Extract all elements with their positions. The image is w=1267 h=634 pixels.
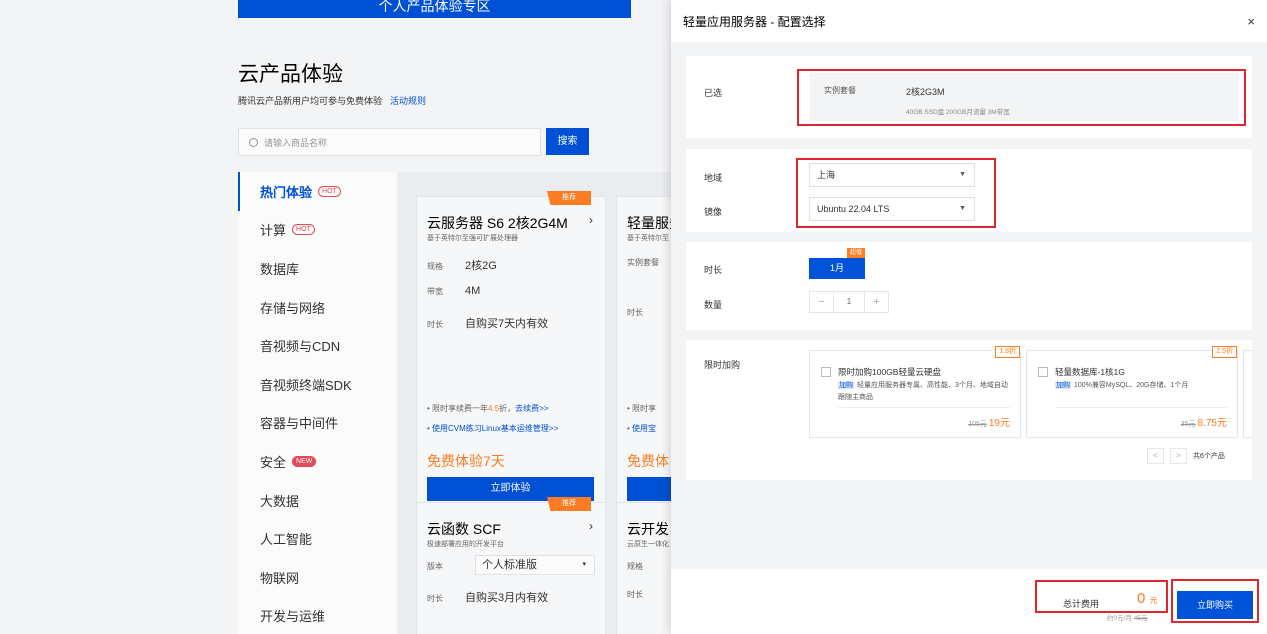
- next-page-button[interactable]: >: [1170, 448, 1187, 464]
- addon-label: 限时加购: [704, 360, 741, 370]
- quantity-label: 数量: [704, 300, 723, 310]
- image-select[interactable]: Ubuntu 22.04 LTS ▼: [809, 197, 975, 221]
- divider: [1055, 407, 1227, 408]
- discount-badge: 1.8折: [995, 346, 1020, 358]
- addon-title: 轻量数据库-1核1G: [1055, 367, 1125, 377]
- region-label: 地域: [704, 173, 723, 183]
- region-image-panel: 地域 上海 ▼ 镜像 Ubuntu 22.04 LTS ▼: [686, 149, 1252, 232]
- value-badge: 超值: [846, 248, 865, 258]
- quantity-stepper: − 1 +: [809, 291, 889, 313]
- drawer-title: 轻量应用服务器 - 配置选择: [683, 14, 826, 29]
- addon-price: 105元 19元: [968, 418, 1010, 429]
- caret-down-icon: ▼: [959, 171, 966, 178]
- image-label: 镜像: [704, 207, 723, 217]
- addon-title: 限时加购100GB轻量云硬盘: [838, 367, 941, 377]
- minus-button[interactable]: −: [810, 292, 833, 312]
- background-page: 个人产品体验专区 云产品体验 腾讯云产品新用户均可参与免费体验 活动规则 请输入商…: [0, 0, 696, 634]
- caret-down-icon: ▼: [959, 205, 966, 212]
- selected-label: 已选: [704, 88, 723, 98]
- package-key: 实例套餐: [824, 86, 856, 95]
- addon-panel: 限时加购 1.8折 限时加购100GB轻量云硬盘 加购 轻量应用服务器专属、高性能…: [686, 340, 1252, 480]
- plus-button[interactable]: +: [865, 292, 888, 312]
- addon-desc: 加购 100%兼容MySQL、20G存储、1个月: [1055, 382, 1189, 389]
- buy-now-button[interactable]: 立即购买: [1177, 591, 1253, 619]
- drawer-header: 轻量应用服务器 - 配置选择 ×: [671, 0, 1267, 42]
- duration-quantity-panel: 时长 1月 超值 数量 − 1 +: [686, 242, 1252, 330]
- modal-overlay[interactable]: [0, 0, 671, 634]
- addon-card[interactable]: 1.8折 限时加购100GB轻量云硬盘 加购 轻量应用服务器专属、高性能、3个月、…: [809, 346, 1021, 438]
- config-drawer: 轻量应用服务器 - 配置选择 × 已选 实例套餐 2核2G3M 40GB SSD…: [671, 0, 1267, 634]
- monthly-price: 约0元/月 45元: [1107, 615, 1148, 622]
- addon-card[interactable]: 2.5折 轻量数据库-1核1G 加购 100%兼容MySQL、20G存储、1个月 …: [1026, 346, 1238, 438]
- prev-page-button[interactable]: <: [1147, 448, 1164, 464]
- package-value: 2核2G3M: [906, 87, 945, 97]
- total-label: 总计费用: [1063, 599, 1100, 609]
- duration-label: 时长: [704, 265, 723, 275]
- selected-panel: 已选 实例套餐 2核2G3M 40GB SSD盘 200GB月流量 3M带宽: [686, 56, 1252, 138]
- selected-summary: 实例套餐 2核2G3M 40GB SSD盘 200GB月流量 3M带宽: [810, 73, 1239, 121]
- product-count: 共6个产品: [1193, 453, 1225, 460]
- addon-card[interactable]: [1243, 350, 1252, 438]
- total-value: 0 元: [1137, 590, 1158, 607]
- divider: [838, 407, 1010, 408]
- close-icon[interactable]: ×: [1247, 14, 1255, 29]
- drawer-footer: 总计费用 0 元 约0元/月 45元 立即购买: [671, 569, 1267, 634]
- addon-pager: < > 共6个产品: [1147, 448, 1225, 464]
- region-select[interactable]: 上海 ▼: [809, 163, 975, 187]
- addon-desc: 加购 轻量应用服务器专属、高性能、3个月、地域自动跟随主商品: [838, 382, 1008, 401]
- addon-price: 35元 8.75元: [1180, 418, 1227, 429]
- package-desc: 40GB SSD盘 200GB月流量 3M带宽: [906, 109, 1010, 116]
- quantity-input[interactable]: 1: [833, 292, 865, 312]
- discount-badge: 2.5折: [1212, 346, 1237, 358]
- addon-checkbox[interactable]: [1038, 367, 1048, 377]
- duration-option-1m[interactable]: 1月 超值: [809, 248, 865, 279]
- addon-checkbox[interactable]: [821, 367, 831, 377]
